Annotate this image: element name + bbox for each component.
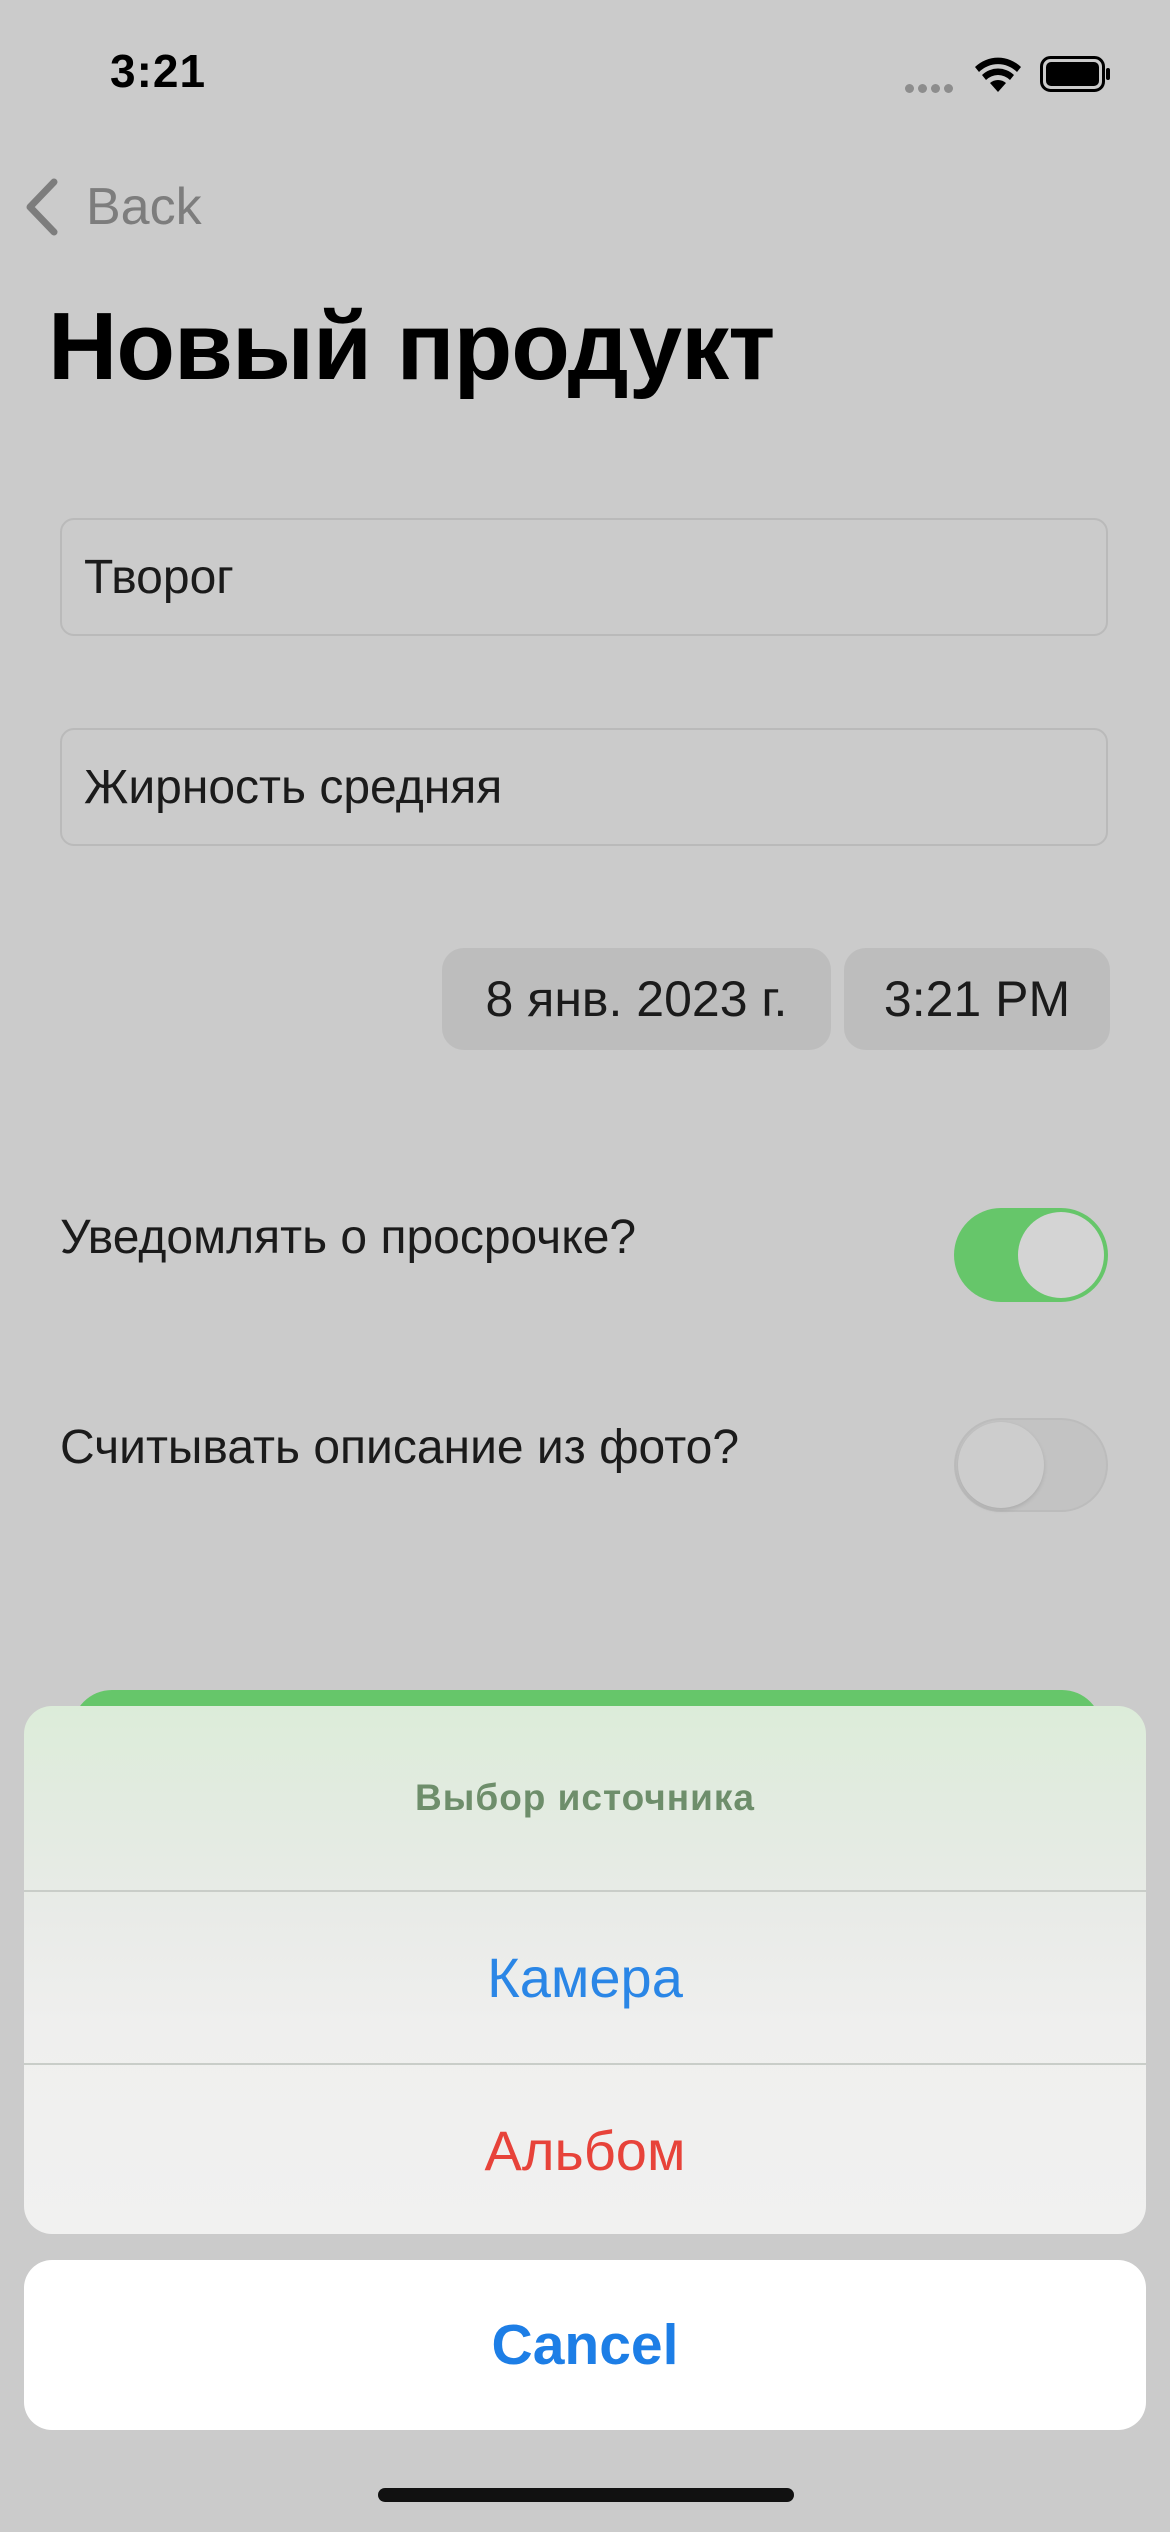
- back-label: Back: [86, 178, 202, 236]
- action-sheet-title: Выбор источника: [415, 1777, 755, 1818]
- status-time: 3:21: [110, 45, 207, 97]
- cancel-button[interactable]: Cancel: [24, 2260, 1146, 2430]
- date-picker-button[interactable]: 8 янв. 2023 г.: [442, 948, 831, 1050]
- read-photo-label: Считывать описание из фото?: [60, 1421, 740, 1474]
- product-description-value: Жирность средняя: [84, 760, 503, 814]
- product-description-field[interactable]: Жирность средняя: [60, 728, 1108, 846]
- product-name-value: Творог: [84, 550, 234, 604]
- camera-option[interactable]: Камера: [24, 1890, 1146, 2063]
- wifi-icon: [973, 54, 1023, 94]
- cellular-signal-icon: [905, 80, 961, 93]
- toggle-knob: [958, 1422, 1044, 1508]
- time-picker-button[interactable]: 3:21 PM: [844, 948, 1110, 1050]
- action-sheet: Выбор источника Камера Альбом: [24, 1706, 1146, 2234]
- page-title: Новый продукт: [48, 293, 775, 400]
- read-photo-toggle[interactable]: [954, 1418, 1108, 1512]
- battery-icon: [1040, 56, 1112, 92]
- product-name-field[interactable]: Творог: [60, 518, 1108, 636]
- chevron-left-icon: [26, 178, 58, 236]
- toggle-knob: [1018, 1212, 1104, 1298]
- back-button[interactable]: Back: [22, 172, 202, 242]
- notify-expiry-label: Уведомлять о просрочке?: [60, 1211, 637, 1264]
- notify-expiry-toggle[interactable]: [954, 1208, 1108, 1302]
- home-indicator: [378, 2488, 794, 2502]
- album-option[interactable]: Альбом: [24, 2063, 1146, 2234]
